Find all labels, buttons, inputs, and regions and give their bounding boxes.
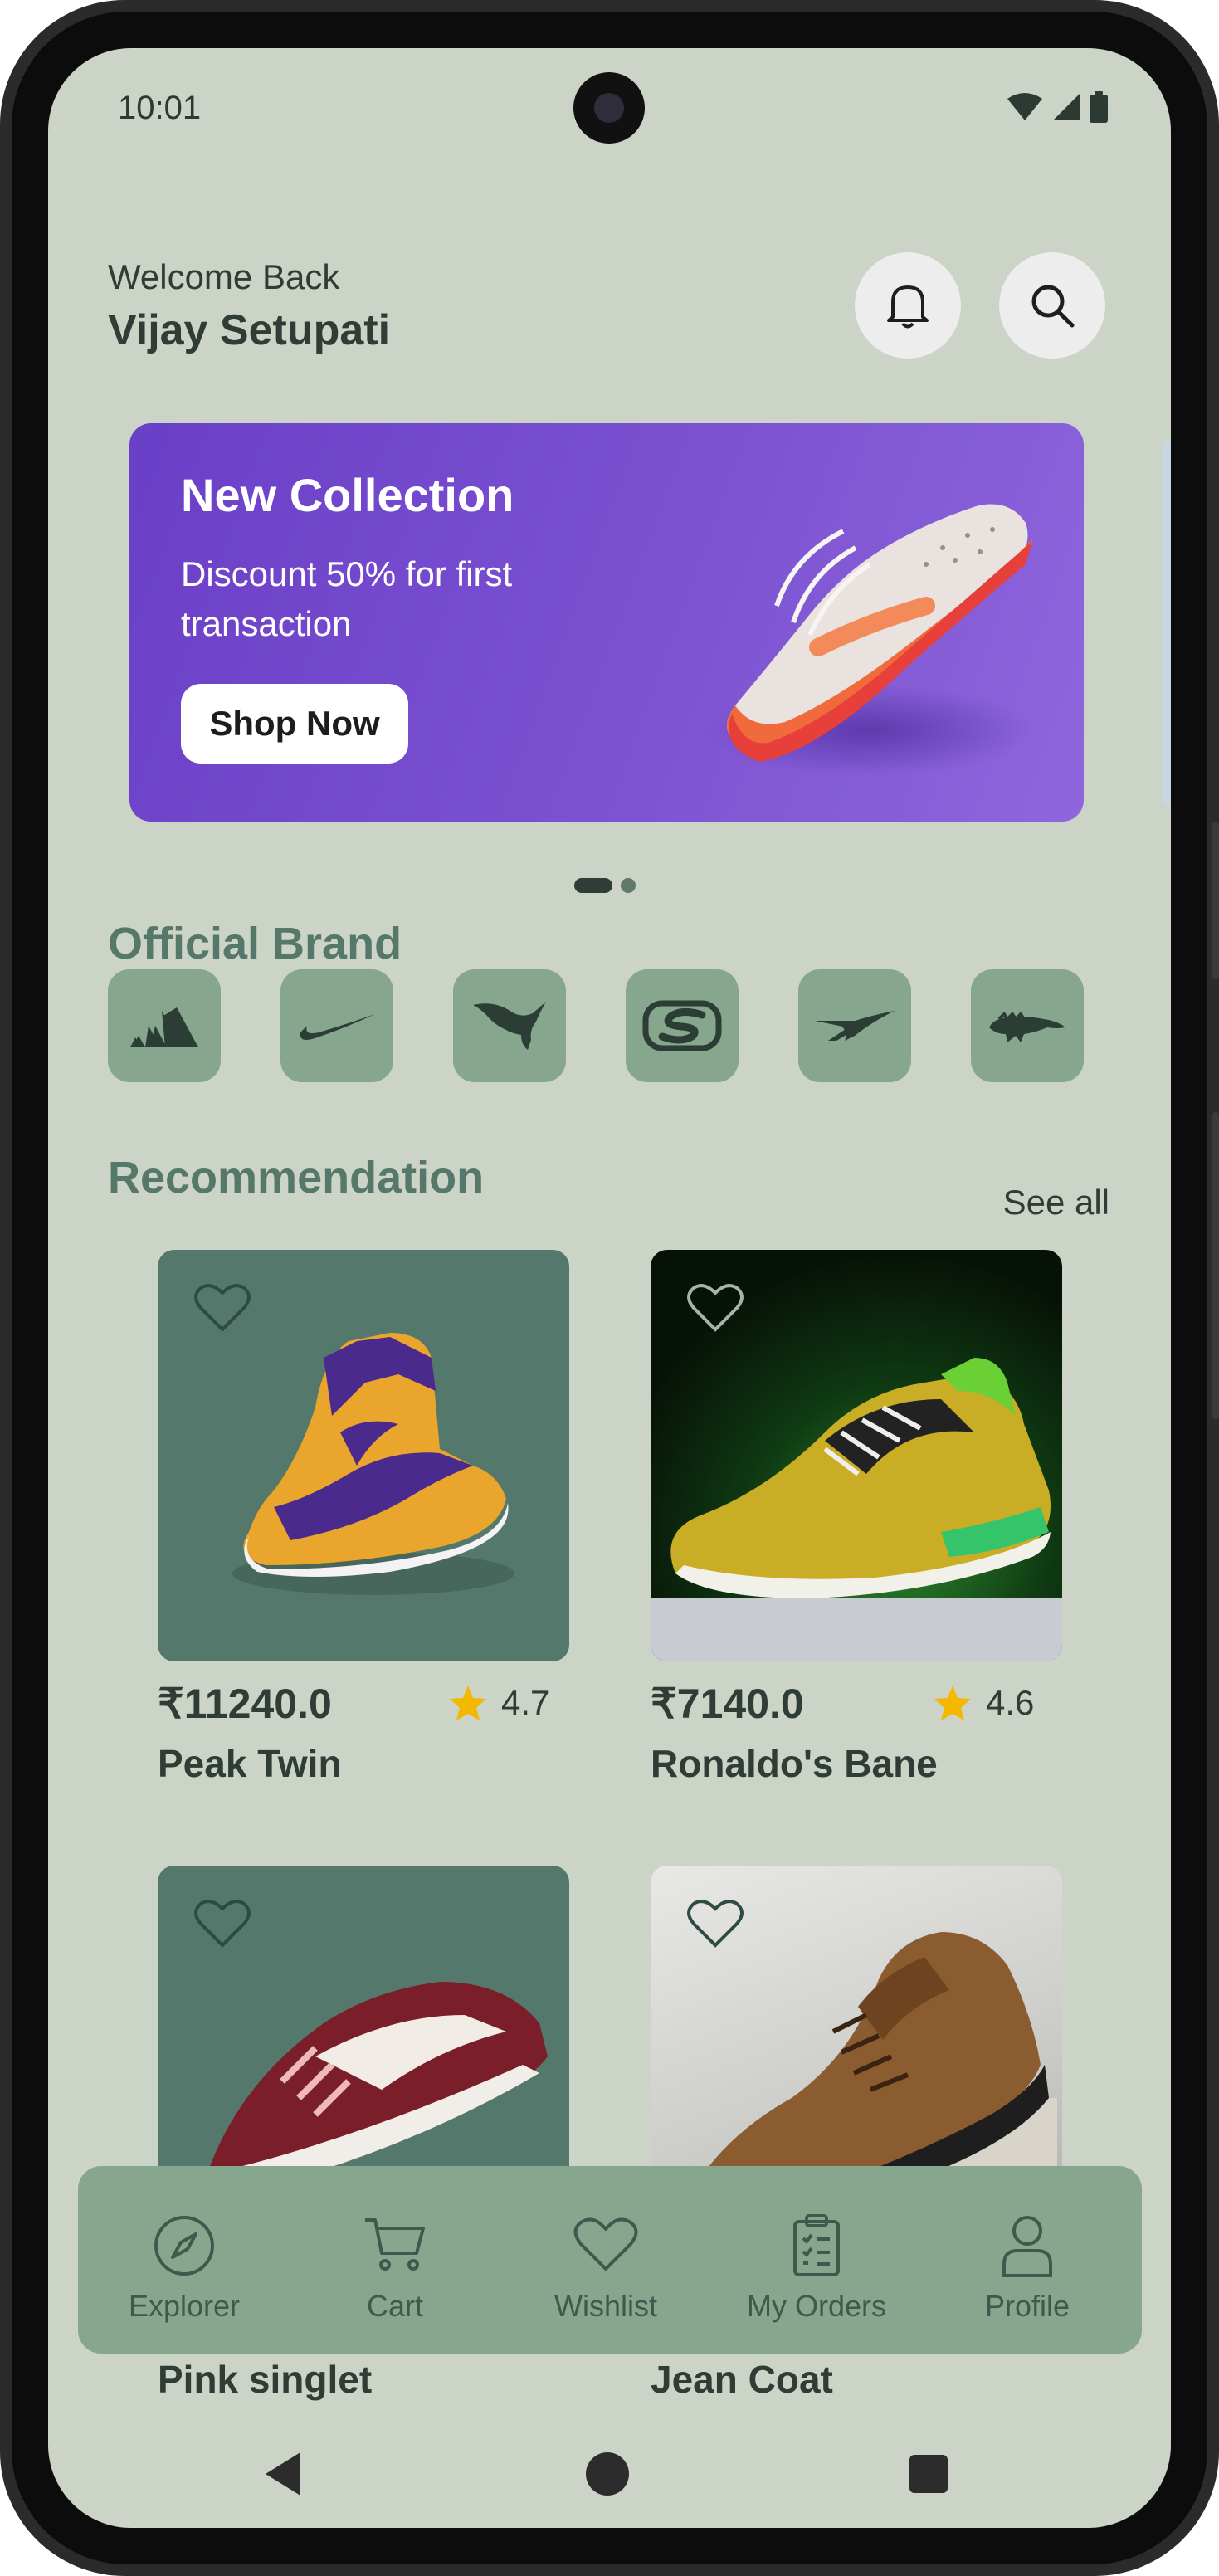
rating-value: 4.6 bbox=[986, 1683, 1035, 1722]
nav-wishlist[interactable]: Wishlist bbox=[514, 2166, 697, 2354]
product-rating: 4.7 bbox=[448, 1683, 549, 1723]
promo-banner[interactable]: New Collection Discount 50% for first tr… bbox=[129, 423, 1084, 822]
carousel-dot bbox=[621, 878, 636, 893]
brand-skechers[interactable] bbox=[626, 969, 739, 1082]
product-price: ₹7140.0 bbox=[651, 1681, 804, 1727]
product-card-image[interactable] bbox=[158, 1250, 569, 1661]
product-card-image[interactable] bbox=[651, 1250, 1062, 1661]
nav-label: My Orders bbox=[746, 2289, 886, 2323]
heart-icon bbox=[573, 2217, 638, 2271]
official-brand-title: Official Brand bbox=[108, 919, 402, 968]
sneaker-image bbox=[232, 1333, 514, 1595]
bottom-navigation: Explorer Cart Wishlist My Orders Profile bbox=[78, 2166, 1142, 2354]
signal-icon bbox=[1053, 94, 1080, 120]
user-icon bbox=[1002, 2216, 1052, 2277]
nav-profile[interactable]: Profile bbox=[936, 2166, 1119, 2354]
wishlist-heart-icon[interactable] bbox=[194, 1283, 251, 1337]
system-back-icon[interactable] bbox=[262, 2451, 304, 2497]
rating-value: 4.7 bbox=[501, 1683, 550, 1722]
wifi-icon bbox=[1007, 93, 1042, 120]
brand-lacoste[interactable] bbox=[971, 969, 1084, 1082]
product-rating: 4.6 bbox=[933, 1683, 1034, 1723]
bell-icon bbox=[887, 285, 929, 329]
adidas-logo-icon bbox=[130, 1007, 198, 1047]
carousel-indicator bbox=[574, 878, 636, 893]
nav-my-orders[interactable]: My Orders bbox=[725, 2166, 908, 2354]
status-icons bbox=[1007, 91, 1108, 123]
nav-cart[interactable]: Cart bbox=[304, 2166, 486, 2354]
notifications-button[interactable] bbox=[855, 252, 961, 359]
volume-button bbox=[1212, 1112, 1219, 1419]
carousel-dot-active bbox=[574, 878, 612, 893]
brand-adidas[interactable] bbox=[108, 969, 221, 1082]
wishlist-heart-icon[interactable] bbox=[687, 1283, 744, 1337]
nav-label: Explorer bbox=[128, 2289, 241, 2323]
brand-nike[interactable] bbox=[280, 969, 393, 1082]
recommendation-title: Recommendation bbox=[108, 1153, 485, 1203]
system-recents-icon[interactable] bbox=[908, 2453, 949, 2495]
nav-label: Wishlist bbox=[554, 2289, 657, 2323]
product-name[interactable]: Pink singlet bbox=[158, 2357, 372, 2402]
puma-logo-icon bbox=[473, 1002, 546, 1050]
battery-icon bbox=[1090, 91, 1108, 123]
phone-frame: 10:01 Welcome Back Vijay Setupati New Co… bbox=[0, 0, 1219, 2576]
search-icon bbox=[1031, 285, 1075, 328]
cart-icon bbox=[365, 2218, 425, 2271]
banner-sneaker-image bbox=[702, 504, 1034, 776]
shop-now-button[interactable]: Shop Now bbox=[181, 684, 408, 764]
product-name[interactable]: Peak Twin bbox=[158, 1741, 342, 1786]
search-button[interactable] bbox=[999, 252, 1105, 359]
app-screen: 10:01 Welcome Back Vijay Setupati New Co… bbox=[48, 48, 1171, 2528]
clipboard-icon bbox=[793, 2214, 840, 2276]
product-name[interactable]: Jean Coat bbox=[651, 2357, 833, 2402]
wishlist-heart-icon[interactable] bbox=[194, 1899, 251, 1953]
compass-icon bbox=[154, 2216, 214, 2276]
nav-label: Cart bbox=[366, 2289, 423, 2323]
wishlist-heart-icon[interactable] bbox=[687, 1899, 744, 1953]
system-home-icon[interactable] bbox=[584, 2451, 631, 2497]
skechers-logo-icon bbox=[642, 1000, 722, 1051]
nav-explorer[interactable]: Explorer bbox=[93, 2166, 275, 2354]
product-price: ₹11240.0 bbox=[158, 1681, 332, 1727]
power-button bbox=[1212, 822, 1219, 979]
lacoste-logo-icon bbox=[989, 1011, 1065, 1042]
star-icon bbox=[934, 1686, 971, 1720]
sneaker-image bbox=[207, 1982, 548, 2198]
sneaker-image bbox=[670, 1358, 1051, 1598]
status-time: 10:01 bbox=[118, 90, 202, 126]
banner-title: New Collection bbox=[181, 469, 514, 521]
nav-label: Profile bbox=[984, 2289, 1070, 2323]
see-all-link[interactable]: See all bbox=[1003, 1183, 1109, 1222]
next-banner-peek bbox=[1162, 440, 1171, 805]
nike-logo-icon bbox=[300, 1014, 375, 1040]
brand-puma[interactable] bbox=[453, 969, 566, 1082]
user-name: Vijay Setupati bbox=[108, 306, 391, 354]
product-name[interactable]: Ronaldo's Bane bbox=[651, 1741, 938, 1786]
reebok-logo-icon bbox=[815, 1011, 895, 1041]
star-icon bbox=[450, 1686, 486, 1720]
brand-reebok[interactable] bbox=[798, 969, 911, 1082]
front-camera bbox=[573, 72, 645, 144]
welcome-text: Welcome Back bbox=[108, 257, 340, 296]
banner-subtitle: Discount 50% for first transaction bbox=[181, 554, 513, 643]
